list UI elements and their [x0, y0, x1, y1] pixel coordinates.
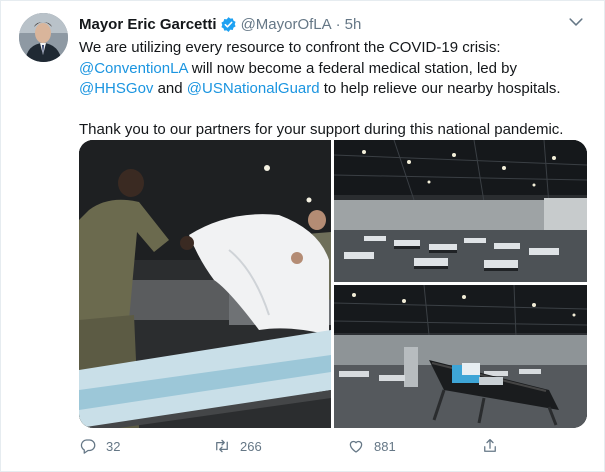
retweet-icon: [216, 439, 228, 453]
retweet-count: 266: [240, 438, 262, 454]
tweet-line-1: We are utilizing every resource to confr…: [79, 39, 501, 56]
mention-conventionla[interactable]: @ConventionLA: [79, 60, 188, 77]
heart-icon: [349, 440, 363, 453]
avatar[interactable]: [19, 13, 68, 62]
tweet-text: We are utilizing every resource to confr…: [79, 38, 589, 140]
reply-icon: [80, 439, 96, 454]
tweet-line-3-and: and: [153, 80, 187, 97]
author-handle[interactable]: @MayorOfLA: [241, 16, 332, 33]
photo-cot-closeup[interactable]: [334, 285, 587, 428]
photo-soldiers-making-bed[interactable]: [79, 140, 331, 428]
share-button[interactable]: [481, 437, 499, 455]
tweet-line-3-rest: to help relieve our nearby hospitals.: [319, 80, 561, 97]
author-name[interactable]: Mayor Eric Garcetti: [79, 16, 217, 33]
reply-button[interactable]: 32: [79, 437, 120, 455]
tweet-actions: 32 266 881: [79, 437, 589, 459]
retweet-button[interactable]: 266: [213, 437, 262, 455]
mention-hhsgov[interactable]: @HHSGov: [79, 80, 153, 97]
tweet-line-2: @ConventionLA will now become a federal …: [79, 59, 589, 80]
media-grid: [79, 140, 587, 428]
like-button[interactable]: 881: [347, 437, 396, 455]
tweet-line-2-rest: will now become a federal medical statio…: [187, 59, 517, 77]
tweet-line-3: @HHSGov and @USNationalGuard to help rel…: [79, 79, 589, 100]
tweet-card[interactable]: Mayor Eric Garcetti @MayorOfLA · 5h We a…: [0, 0, 605, 472]
chevron-down-icon[interactable]: [566, 12, 586, 32]
separator-dot: ·: [335, 15, 341, 33]
mention-usnationalguard[interactable]: @USNationalGuard: [187, 80, 320, 97]
tweet-line-4: Thank you to our partners for your suppo…: [79, 120, 564, 138]
like-count: 881: [374, 438, 396, 454]
tweet-timestamp[interactable]: 5h: [345, 16, 362, 33]
photo-convention-hall-wide[interactable]: [334, 140, 587, 282]
reply-count: 32: [106, 438, 121, 454]
share-icon: [484, 438, 496, 452]
verified-badge-icon: [220, 16, 236, 32]
tweet-header: Mayor Eric Garcetti @MayorOfLA · 5h: [79, 14, 361, 34]
